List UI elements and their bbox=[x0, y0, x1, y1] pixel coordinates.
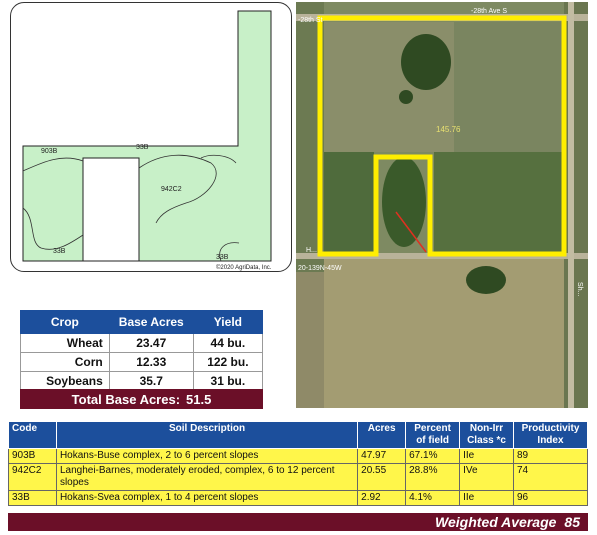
soil-map: 903B 33B 942C2 33B 33B ©2020 AgriData, I… bbox=[10, 2, 292, 272]
soil-class: IVe bbox=[459, 463, 514, 491]
col-base-acres: Base Acres bbox=[108, 310, 194, 334]
col-percent: Percent of field bbox=[405, 421, 461, 449]
crop-name: Corn bbox=[20, 352, 110, 372]
total-base-acres-value: 51.5 bbox=[186, 391, 212, 407]
soil-code: 903B bbox=[8, 448, 57, 464]
road-label: Sh... bbox=[576, 282, 583, 296]
road-label: 20-139N-45W bbox=[298, 265, 342, 272]
crop-table: Crop Base Acres Yield Wheat 23.47 44 bu.… bbox=[20, 310, 264, 391]
soil-acres: 20.55 bbox=[357, 463, 407, 491]
crop-acres: 35.7 bbox=[108, 371, 194, 391]
soil-index: 74 bbox=[512, 463, 589, 491]
crop-row: Wheat 23.47 44 bu. bbox=[20, 333, 264, 353]
col-code: Code bbox=[8, 421, 57, 449]
soil-index: 96 bbox=[512, 490, 589, 506]
soil-percent: 28.8% bbox=[405, 463, 461, 491]
total-base-acres: Total Base Acres: 51.5 bbox=[20, 389, 263, 409]
soil-percent: 4.1% bbox=[405, 490, 461, 506]
aerial-photo: 145.76 -28th St -28th Ave S 20-139N-45W … bbox=[296, 2, 588, 408]
soil-row: 33B Hokans-Svea complex, 1 to 4 percent … bbox=[8, 490, 589, 506]
soil-code: 942C2 bbox=[8, 463, 57, 491]
map-label: 942C2 bbox=[161, 186, 182, 193]
col-yield: Yield bbox=[192, 310, 264, 334]
total-base-acres-label: Total Base Acres: bbox=[71, 391, 181, 407]
crop-yield: 122 bu. bbox=[192, 352, 264, 372]
soil-class: IIe bbox=[459, 490, 514, 506]
field-boundary bbox=[22, 10, 272, 262]
weighted-average-label: Weighted Average bbox=[435, 514, 557, 530]
soil-class: IIe bbox=[459, 448, 514, 464]
crop-name: Wheat bbox=[20, 333, 110, 353]
soil-description: Langhei-Barnes, moderately eroded, compl… bbox=[55, 463, 359, 491]
crop-row: Corn 12.33 122 bu. bbox=[20, 352, 264, 372]
crop-acres: 23.47 bbox=[108, 333, 194, 353]
soil-description: Hokans-Buse complex, 2 to 6 percent slop… bbox=[55, 448, 359, 464]
soil-index: 89 bbox=[512, 448, 589, 464]
map-label: 33B bbox=[216, 254, 229, 261]
acres-label: 145.76 bbox=[436, 125, 461, 134]
road-label: -28th St bbox=[298, 17, 323, 24]
soil-description: Hokans-Svea complex, 1 to 4 percent slop… bbox=[55, 490, 359, 506]
tree-grove bbox=[401, 34, 451, 90]
soil-acres: 47.97 bbox=[357, 448, 407, 464]
col-crop: Crop bbox=[20, 310, 110, 334]
col-productivity: Productivity Index bbox=[512, 421, 589, 449]
map-label: 33B bbox=[136, 144, 149, 151]
copyright: ©2020 AgriData, Inc. bbox=[216, 264, 272, 271]
crop-acres: 12.33 bbox=[108, 352, 194, 372]
farmstead-cutout bbox=[82, 157, 140, 262]
soil-table-header: Code Soil Description Acres Percent of f… bbox=[8, 421, 589, 449]
weighted-average-value: 85 bbox=[564, 514, 580, 530]
soil-row: 903B Hokans-Buse complex, 2 to 6 percent… bbox=[8, 448, 589, 464]
crop-yield: 44 bu. bbox=[192, 333, 264, 353]
soil-acres: 2.92 bbox=[357, 490, 407, 506]
soil-row: 942C2 Langhei-Barnes, moderately eroded,… bbox=[8, 463, 589, 491]
soil-table: Code Soil Description Acres Percent of f… bbox=[8, 421, 589, 506]
col-class: Non-Irr Class *c bbox=[459, 421, 514, 449]
soil-code: 33B bbox=[8, 490, 57, 506]
crop-row: Soybeans 35.7 31 bu. bbox=[20, 371, 264, 391]
col-acres: Acres bbox=[357, 421, 407, 449]
map-label: 903B bbox=[41, 148, 58, 155]
road-label: H... bbox=[306, 247, 317, 254]
crop-table-header: Crop Base Acres Yield bbox=[20, 310, 264, 334]
map-label: 33B bbox=[53, 248, 66, 255]
road-label: -28th Ave S bbox=[471, 8, 507, 15]
weighted-average: Weighted Average 85 bbox=[8, 513, 588, 531]
col-soil-description: Soil Description bbox=[55, 421, 359, 449]
soil-map-svg: 903B 33B 942C2 33B 33B ©2020 AgriData, I… bbox=[22, 10, 272, 271]
soil-percent: 67.1% bbox=[405, 448, 461, 464]
aerial-svg: 145.76 -28th St -28th Ave S 20-139N-45W … bbox=[296, 2, 588, 408]
crop-yield: 31 bu. bbox=[192, 371, 264, 391]
crop-name: Soybeans bbox=[20, 371, 110, 391]
